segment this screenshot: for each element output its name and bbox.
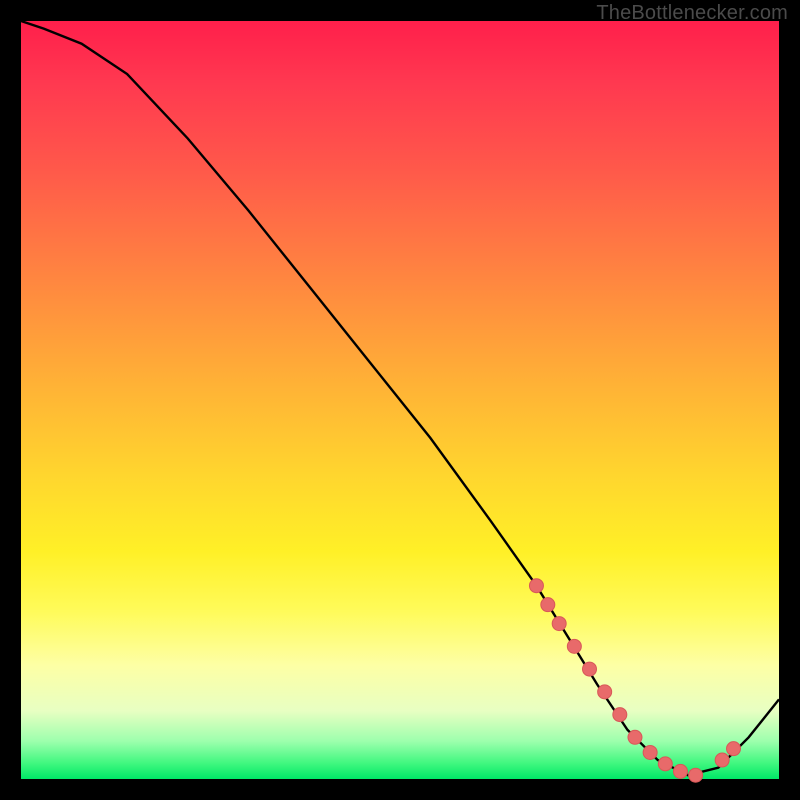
plot-area [21, 21, 779, 779]
curve-marker [541, 598, 555, 612]
curve-marker [598, 685, 612, 699]
curve-markers [529, 579, 740, 783]
curve-marker [552, 617, 566, 631]
curve-marker [715, 753, 729, 767]
curve-marker [567, 639, 581, 653]
curve-marker [628, 730, 642, 744]
curve-layer [21, 21, 779, 779]
curve-marker [583, 662, 597, 676]
curve-marker [689, 768, 703, 782]
curve-marker [658, 757, 672, 771]
curve-marker [727, 742, 741, 756]
curve-marker [673, 764, 687, 778]
chart-stage: TheBottlenecker.com [0, 0, 800, 800]
curve-marker [643, 745, 657, 759]
bottleneck-curve [21, 21, 779, 775]
curve-marker [613, 708, 627, 722]
curve-marker [529, 579, 543, 593]
